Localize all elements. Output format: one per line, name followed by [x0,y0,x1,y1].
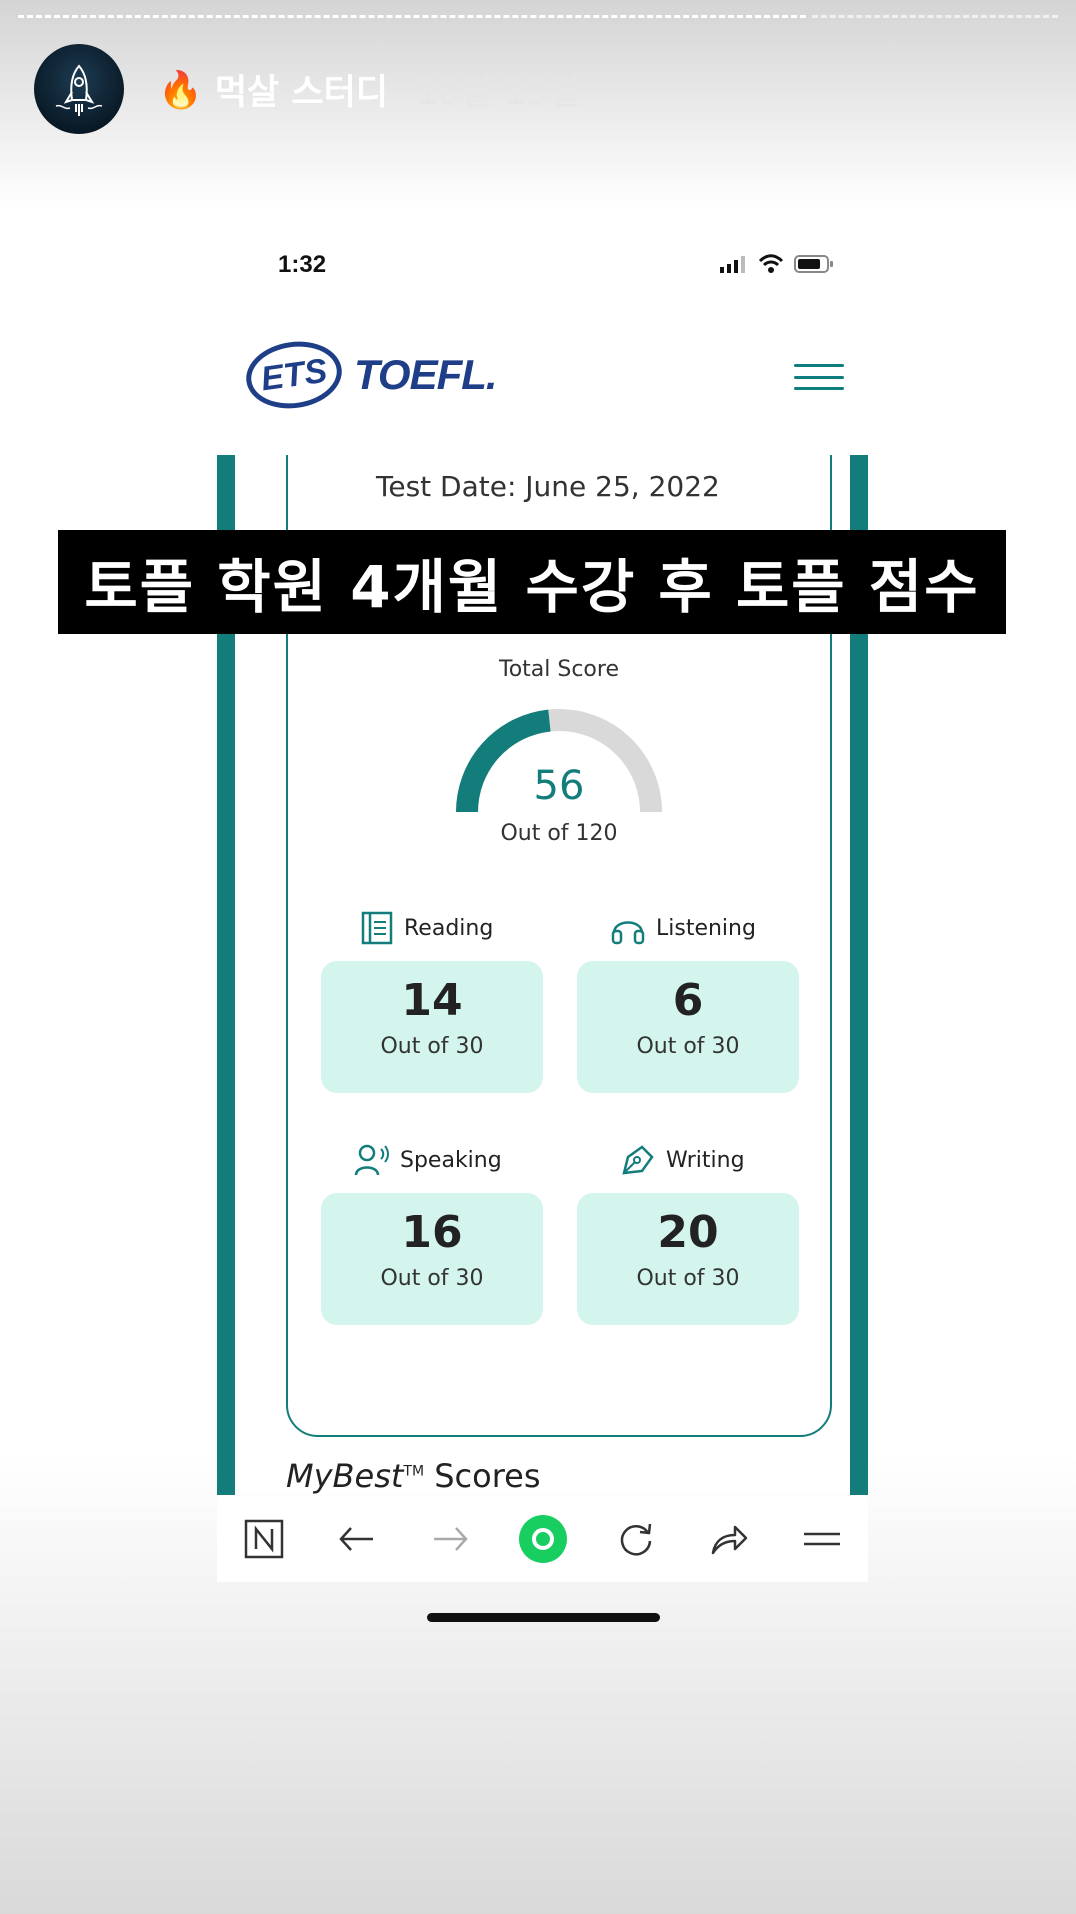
listening-out-of: Out of 30 [636,1034,740,1059]
progress-segment-viewed [18,15,806,19]
listening-score: 6 [672,975,704,1026]
writing-heading: Writing [620,1143,745,1177]
mybest-italic: MyBest [286,1457,404,1495]
trademark: TM [403,1463,425,1480]
forward-arrow-icon[interactable] [422,1511,478,1567]
mybest-rest: Scores [424,1457,541,1495]
writing-out-of: Out of 30 [636,1266,740,1291]
progress-segment-remaining [811,15,1058,19]
listening-heading: Listening [610,911,756,945]
reading-out-of: Out of 30 [380,1034,484,1059]
hamburger-menu-icon[interactable] [794,364,844,390]
signal-icon [720,256,745,273]
back-arrow-icon[interactable] [329,1511,385,1567]
ets-toefl-logo[interactable]: ETS TOEFL. [241,335,498,415]
total-score-out-of: Out of 120 [500,821,618,846]
total-score-value: 56 [533,763,585,809]
refresh-icon[interactable] [608,1511,664,1567]
speaking-score-box: 16 Out of 30 [321,1193,543,1325]
writing-score: 20 [657,1207,719,1258]
speaking-heading: Speaking [354,1143,502,1177]
headphones-icon [611,921,645,945]
toefl-logo-text: TOEFL. [354,351,498,398]
reading-heading: Reading [360,911,493,945]
speaking-score: 16 [401,1207,463,1258]
posted-date: 10월 13일 [416,73,581,113]
share-icon[interactable] [701,1511,757,1567]
mybest-scores-heading: MyBestTM Scores [286,1457,541,1495]
home-indicator[interactable] [427,1613,660,1622]
story-header: 🔥 먹살 스터디 10월 13일 [158,64,581,115]
menu-icon[interactable] [794,1511,850,1567]
test-date: Test Date: June 25, 2022 [376,470,720,503]
speaking-label: Speaking [400,1147,502,1173]
listening-label: Listening [656,915,756,941]
writing-label: Writing [666,1147,745,1173]
username[interactable]: 먹살 스터디 [215,64,388,115]
speaker-person-icon [354,1144,389,1176]
ets-logo: ETS [241,335,347,415]
reading-score: 14 [401,975,463,1026]
naver-n-icon[interactable] [236,1511,292,1567]
pen-icon [622,1145,654,1175]
writing-score-box: 20 Out of 30 [577,1193,799,1325]
wifi-icon [758,254,784,273]
listening-score-box: 6 Out of 30 [577,961,799,1093]
reading-score-box: 14 Out of 30 [321,961,543,1093]
total-score-label: Total Score [499,657,619,682]
reading-label: Reading [404,915,494,941]
book-icon [361,911,393,945]
browser-toolbar [217,1496,868,1582]
story-progress-bar [18,15,1058,19]
status-time: 1:32 [278,251,327,278]
caption-banner: 토플 학원 4개월 수강 후 토플 점수 [58,530,1006,634]
avatar[interactable] [34,44,124,134]
fire-icon: 🔥 [158,69,203,111]
battery-icon [794,255,833,273]
speaking-out-of: Out of 30 [380,1266,484,1291]
status-icons [720,254,834,274]
green-dot-home-icon[interactable] [515,1511,571,1567]
rocket-icon [55,64,103,116]
